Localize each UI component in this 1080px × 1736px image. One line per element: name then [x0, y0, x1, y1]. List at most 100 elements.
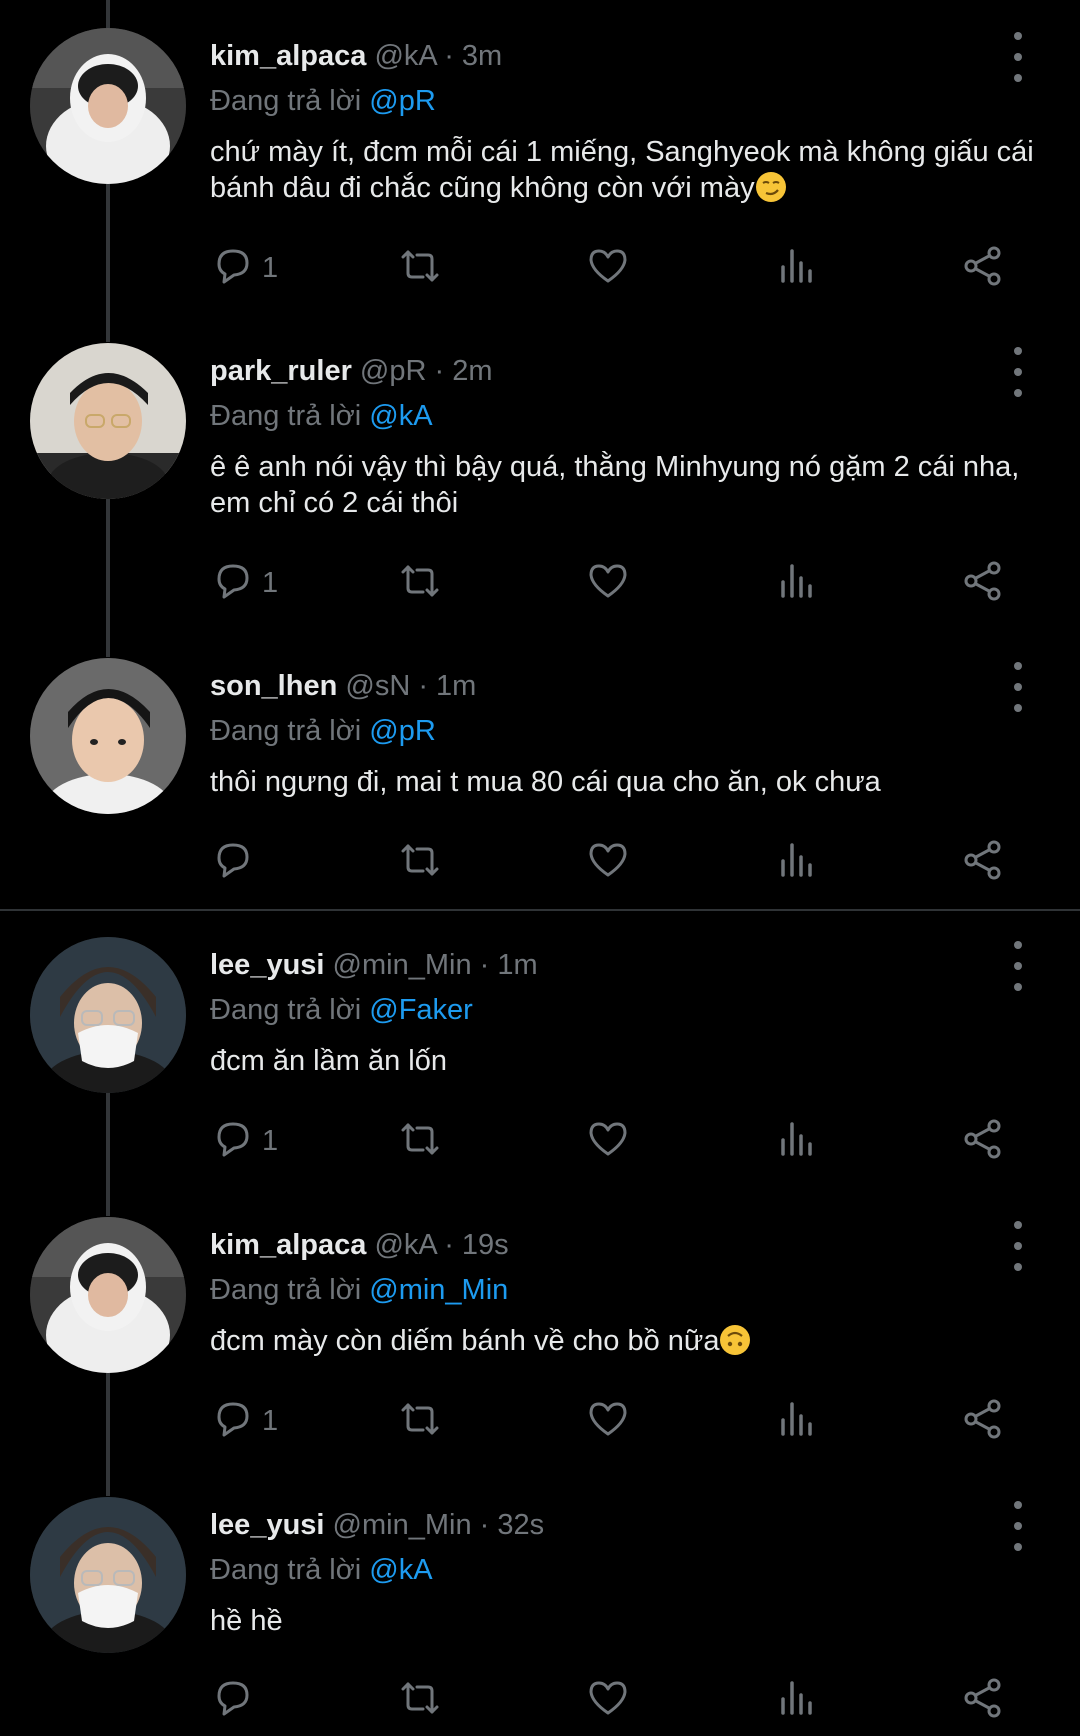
handle-time: @pR · 2m	[359, 355, 493, 387]
retweet-icon	[397, 837, 443, 888]
display-name[interactable]: kim_alpaca	[210, 40, 366, 72]
like-button[interactable]	[585, 1396, 631, 1446]
retweet-button[interactable]	[397, 558, 443, 608]
replying-to: Đang trả lời @pR	[210, 85, 436, 117]
avatar[interactable]	[30, 1497, 186, 1653]
share-icon	[960, 1116, 1006, 1167]
tweet-header: lee_yusi @min_Min · 32s	[210, 1509, 544, 1541]
reply-mention[interactable]: @pR	[369, 85, 436, 117]
reply-mention[interactable]: @kA	[369, 1554, 432, 1586]
views-icon	[773, 1675, 819, 1726]
retweet-icon	[397, 243, 443, 294]
views-button[interactable]	[773, 558, 819, 608]
reply-button[interactable]: 1	[210, 1116, 278, 1166]
replying-to: Đang trả lời @pR	[210, 715, 436, 747]
tweet-text: hề hề	[210, 1605, 283, 1637]
more-icon[interactable]	[1001, 1221, 1035, 1271]
action-bar: 1	[0, 1396, 1080, 1446]
avatar[interactable]	[30, 28, 186, 184]
reply-button[interactable]: 1	[210, 243, 278, 293]
tweet-header: park_ruler @pR · 2m	[210, 355, 493, 387]
retweet-icon	[397, 1396, 443, 1447]
more-icon[interactable]	[1001, 1501, 1035, 1551]
reply-button[interactable]: 1	[210, 1396, 278, 1446]
reply-button[interactable]	[210, 837, 262, 887]
tweet-header: kim_alpaca @kA · 3m	[210, 40, 502, 72]
display-name[interactable]: park_ruler	[210, 355, 352, 387]
retweet-button[interactable]	[397, 837, 443, 887]
reply-mention[interactable]: @Faker	[369, 994, 473, 1026]
reply-count: 1	[262, 251, 279, 284]
views-icon	[773, 1396, 819, 1447]
views-icon	[773, 243, 819, 294]
reply-icon	[210, 837, 256, 888]
display-name[interactable]: lee_yusi	[210, 949, 324, 981]
retweet-button[interactable]	[397, 1675, 443, 1725]
retweet-button[interactable]	[397, 243, 443, 293]
views-button[interactable]	[773, 1675, 819, 1725]
smirk-emoji	[755, 172, 786, 202]
action-bar	[0, 1675, 1080, 1725]
avatar[interactable]	[30, 658, 186, 814]
share-button[interactable]	[960, 1116, 1006, 1166]
share-button[interactable]	[960, 243, 1006, 293]
share-icon	[960, 558, 1006, 609]
like-button[interactable]	[585, 837, 631, 887]
views-button[interactable]	[773, 1116, 819, 1166]
more-icon[interactable]	[1001, 32, 1035, 82]
handle-time: @kA · 3m	[374, 40, 503, 72]
tweet-text: thôi ngưng đi, mai t mua 80 cái qua cho …	[210, 766, 881, 798]
reply-mention[interactable]: @min_Min	[369, 1274, 508, 1306]
reply-icon	[210, 1396, 256, 1447]
share-icon	[960, 1675, 1006, 1726]
like-icon	[585, 1396, 631, 1447]
share-button[interactable]	[960, 558, 1006, 608]
handle-time: @sN · 1m	[345, 670, 477, 702]
retweet-button[interactable]	[397, 1116, 443, 1166]
more-icon[interactable]	[1001, 941, 1035, 991]
share-icon	[960, 837, 1006, 888]
views-button[interactable]	[773, 837, 819, 887]
replying-to: Đang trả lời @kA	[210, 400, 433, 432]
more-icon[interactable]	[1001, 662, 1035, 712]
avatar[interactable]	[30, 343, 186, 499]
display-name[interactable]: kim_alpaca	[210, 1229, 366, 1261]
more-icon[interactable]	[1001, 347, 1035, 397]
like-button[interactable]	[585, 1675, 631, 1725]
share-icon	[960, 1396, 1006, 1447]
share-button[interactable]	[960, 837, 1006, 887]
reply-button[interactable]: 1	[210, 558, 278, 608]
thread-line	[106, 0, 110, 30]
views-icon	[773, 837, 819, 888]
separator	[0, 909, 1080, 911]
tweet-header: kim_alpaca @kA · 19s	[210, 1229, 509, 1261]
action-bar: 1	[0, 243, 1080, 293]
like-button[interactable]	[585, 1116, 631, 1166]
upside-down-face-emoji	[720, 1325, 751, 1355]
views-icon	[773, 558, 819, 609]
reply-mention[interactable]: @pR	[369, 715, 436, 747]
reply-icon	[210, 558, 256, 609]
views-button[interactable]	[773, 243, 819, 293]
handle-time: @kA · 19s	[374, 1229, 509, 1261]
views-button[interactable]	[773, 1396, 819, 1446]
action-bar: 1	[0, 558, 1080, 608]
share-button[interactable]	[960, 1675, 1006, 1725]
like-button[interactable]	[585, 558, 631, 608]
reply-count: 1	[262, 566, 279, 599]
like-button[interactable]	[585, 243, 631, 293]
avatar[interactable]	[30, 937, 186, 1093]
retweet-button[interactable]	[397, 1396, 443, 1446]
handle-time: @min_Min · 32s	[332, 1509, 545, 1541]
display-name[interactable]: son_lhen	[210, 670, 337, 702]
share-icon	[960, 243, 1006, 294]
tweet-header: son_lhen @sN · 1m	[210, 670, 476, 702]
share-button[interactable]	[960, 1396, 1006, 1446]
tweet-text: đcm mày còn diếm bánh về cho bồ nữa	[210, 1323, 1050, 1359]
views-icon	[773, 1116, 819, 1167]
like-icon	[585, 1675, 631, 1726]
avatar[interactable]	[30, 1217, 186, 1373]
reply-mention[interactable]: @kA	[369, 400, 432, 432]
display-name[interactable]: lee_yusi	[210, 1509, 324, 1541]
reply-button[interactable]	[210, 1675, 262, 1725]
